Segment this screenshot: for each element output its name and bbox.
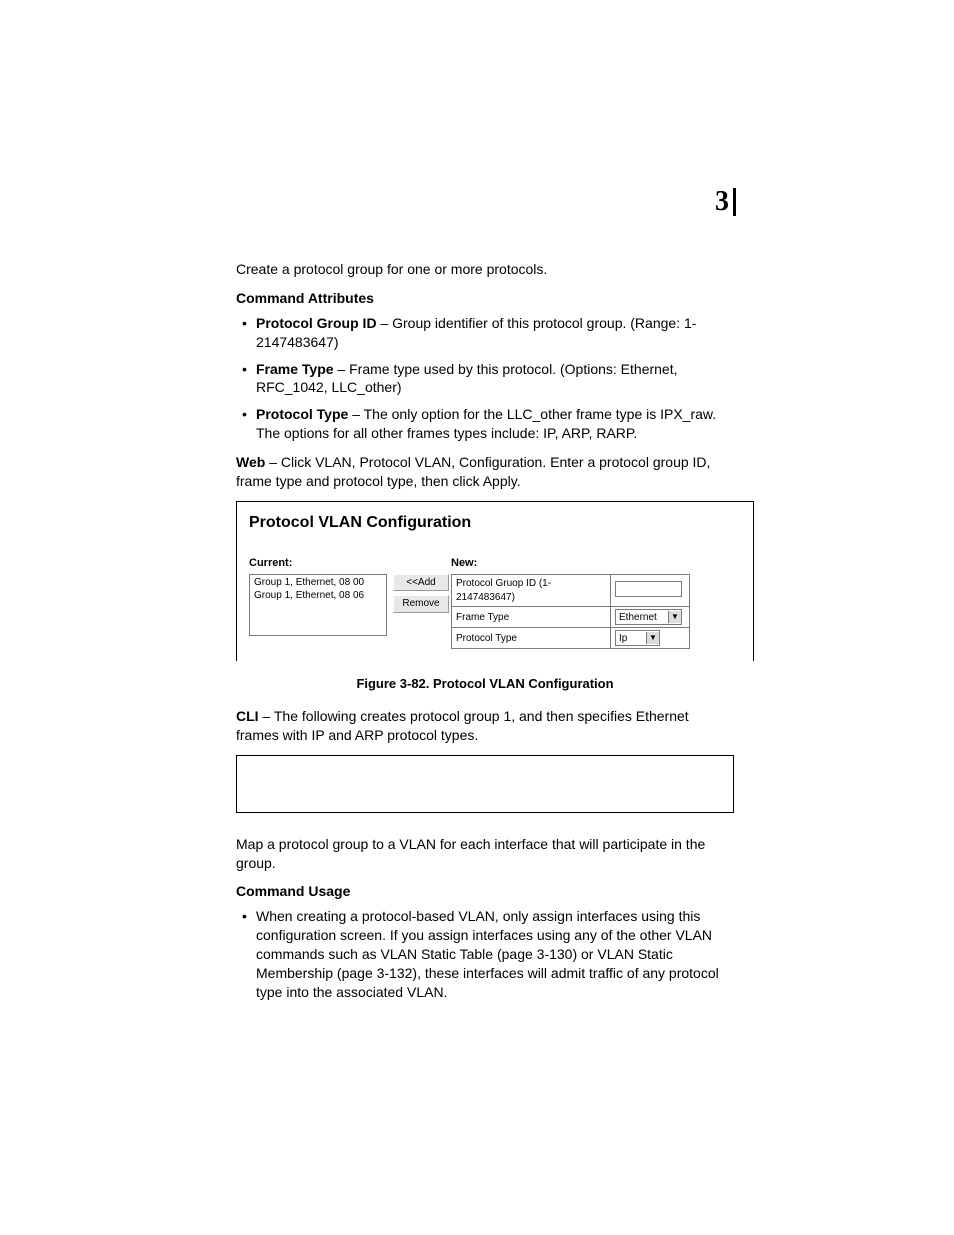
attr-name: Protocol Type xyxy=(256,406,348,422)
cli-label: CLI xyxy=(236,708,259,724)
frame-type-select[interactable]: Ethernet ▼ xyxy=(615,609,682,625)
cli-instruction: CLI – The following creates protocol gro… xyxy=(236,707,734,745)
cli-text: – The following creates protocol group 1… xyxy=(236,708,689,743)
figure-panel: Protocol VLAN Configuration Current: Gro… xyxy=(236,501,754,661)
command-attributes-heading: Command Attributes xyxy=(236,289,734,308)
usage-list: When creating a protocol-based VLAN, onl… xyxy=(236,907,734,1001)
current-listbox[interactable]: Group 1, Ethernet, 08 00 Group 1, Ethern… xyxy=(249,574,387,636)
current-column: Current: Group 1, Ethernet, 08 00 Group … xyxy=(249,556,387,637)
current-label: Current: xyxy=(249,556,387,571)
chevron-down-icon: ▼ xyxy=(668,611,681,623)
attr-name: Protocol Group ID xyxy=(256,315,377,331)
protocol-group-id-input[interactable] xyxy=(615,581,682,597)
protocol-type-select[interactable]: Ip ▼ xyxy=(615,630,660,646)
intro-paragraph: Create a protocol group for one or more … xyxy=(236,260,734,279)
web-label: Web xyxy=(236,454,265,470)
frame-type-label: Frame Type xyxy=(452,607,611,628)
attr-name: Frame Type xyxy=(256,361,334,377)
list-item[interactable]: Group 1, Ethernet, 08 00 xyxy=(254,577,382,590)
list-item[interactable]: Group 1, Ethernet, 08 06 xyxy=(254,590,382,603)
attr-item: Protocol Type – The only option for the … xyxy=(256,405,734,443)
frame-type-value: Ethernet xyxy=(619,611,657,625)
new-table: Protocol Gruop ID (1-2147483647) Frame T… xyxy=(451,574,690,649)
attr-item: Frame Type – Frame type used by this pro… xyxy=(256,360,734,398)
protocol-type-value: Ip xyxy=(619,632,627,646)
web-text: – Click VLAN, Protocol VLAN, Configurati… xyxy=(236,454,710,489)
command-usage-heading: Command Usage xyxy=(236,882,734,901)
protocol-group-id-label: Protocol Gruop ID (1-2147483647) xyxy=(452,575,611,607)
page: 3 Create a protocol group for one or mor… xyxy=(0,0,954,1235)
page-content: Create a protocol group for one or more … xyxy=(236,260,734,1002)
remove-button[interactable]: Remove xyxy=(393,595,449,613)
cli-code-box xyxy=(236,755,734,813)
add-button[interactable]: <<Add xyxy=(393,574,449,592)
protocol-type-label: Protocol Type xyxy=(452,628,611,649)
attr-item: Protocol Group ID – Group identifier of … xyxy=(256,314,734,352)
new-column: New: Protocol Gruop ID (1-2147483647) Fr… xyxy=(451,556,690,650)
web-instruction: Web – Click VLAN, Protocol VLAN, Configu… xyxy=(236,453,734,491)
chevron-down-icon: ▼ xyxy=(646,632,659,644)
figure-caption: Figure 3-82. Protocol VLAN Configuration xyxy=(236,675,734,693)
new-label: New: xyxy=(451,556,690,571)
chapter-number: 3 xyxy=(715,188,736,216)
usage-item: When creating a protocol-based VLAN, onl… xyxy=(256,907,734,1001)
attributes-list: Protocol Group ID – Group identifier of … xyxy=(236,314,734,443)
mapping-paragraph: Map a protocol group to a VLAN for each … xyxy=(236,835,734,873)
button-column: <<Add Remove xyxy=(393,574,445,613)
figure-title: Protocol VLAN Configuration xyxy=(249,512,741,534)
